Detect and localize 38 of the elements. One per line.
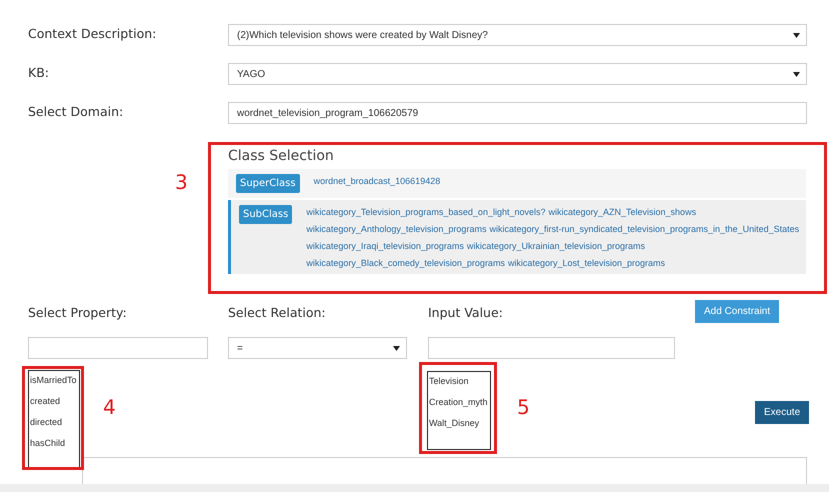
- relation-select[interactable]: =: [228, 337, 407, 359]
- section-title: Class Selection: [228, 148, 335, 165]
- annotation-number: 3: [175, 170, 188, 194]
- field-label: KB:: [28, 64, 50, 80]
- class-link[interactable]: wikicategory_Lost_television_programs: [508, 258, 666, 269]
- field-label: Select Relation:: [228, 304, 327, 320]
- select-field[interactable]: YAGO: [228, 63, 807, 85]
- execute-button[interactable]: Execute: [755, 401, 810, 424]
- class-link[interactable]: wikicategory_Black_comedy_television_programs: [306, 258, 505, 269]
- class-link[interactable]: wikicategory_Ukrainian_television_programs: [466, 241, 646, 252]
- subclass-label: SubClass: [239, 205, 292, 224]
- field-label: Context Description:: [28, 25, 158, 41]
- suggestion-item[interactable]: Creation_myth: [429, 397, 488, 408]
- field-label: Select Domain:: [28, 103, 124, 119]
- annotation-number: 4: [103, 395, 116, 419]
- caret-icon: [793, 32, 800, 38]
- input-field[interactable]: wordnet_television_program_106620579: [228, 102, 807, 124]
- field-label: Input Value:: [428, 304, 504, 320]
- class-link[interactable]: wikicategory_first-run_syndicated_television_programs_in_the_United_States: [489, 224, 800, 235]
- property-field[interactable]: [28, 337, 208, 359]
- class-link[interactable]: wikicategory_Television_programs_based_on_light_novels?: [306, 207, 546, 218]
- annotation-number: 5: [517, 395, 530, 419]
- value-field[interactable]: [428, 337, 675, 359]
- class-link[interactable]: wikicategory_AZN_Television_shows: [548, 207, 696, 218]
- suggestion-item[interactable]: Walt_Disney: [429, 418, 480, 429]
- suggestion-item[interactable]: created: [30, 396, 60, 407]
- caret-icon: [793, 72, 800, 76]
- superclass-label: SuperClass: [236, 174, 300, 193]
- field-label: Select Property:: [28, 304, 128, 320]
- suggestion-item[interactable]: hasChild: [30, 438, 66, 449]
- suggestion-item[interactable]: directed: [30, 417, 62, 428]
- class-link[interactable]: wikicategory_Anthology_television_programs: [306, 224, 486, 235]
- class-link[interactable]: wordnet_broadcast_106619428: [314, 176, 440, 187]
- select-field[interactable]: (2)Which television shows were created by Walt Disney?: [228, 24, 807, 46]
- class-link[interactable]: wikicategory_Iraqi_television_programs: [306, 241, 464, 252]
- caret-icon: [393, 346, 400, 350]
- suggestion-item[interactable]: isMarriedTo: [30, 375, 77, 386]
- suggestion-item[interactable]: Television: [429, 376, 469, 387]
